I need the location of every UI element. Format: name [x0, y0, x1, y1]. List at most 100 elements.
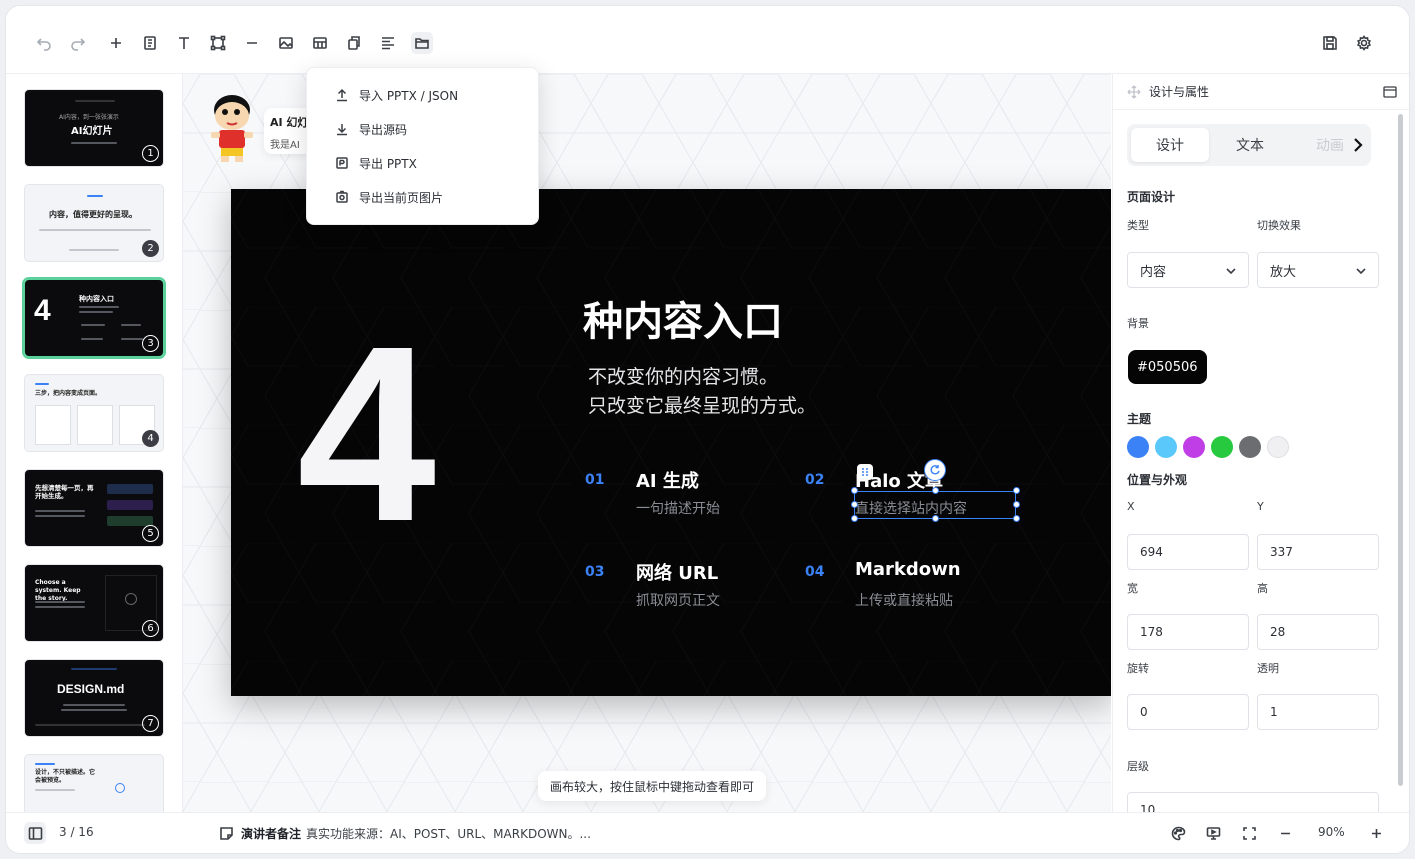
- fullscreen-icon[interactable]: [1240, 824, 1258, 842]
- align-icon[interactable]: [377, 32, 399, 54]
- feature-title[interactable]: Markdown: [855, 559, 961, 580]
- resize-handle-br[interactable]: [1013, 515, 1020, 522]
- tab-text[interactable]: 文本: [1211, 128, 1289, 162]
- opacity-input[interactable]: 1: [1257, 694, 1379, 730]
- resize-handle-r[interactable]: [1013, 501, 1020, 508]
- zoom-out-icon[interactable]: [1276, 824, 1294, 842]
- rotate-handle-icon[interactable]: [924, 459, 946, 481]
- feature-description[interactable]: 抓取网页正文: [636, 590, 720, 610]
- theme-swatch-blue[interactable]: [1127, 436, 1149, 458]
- notes-label[interactable]: 演讲者备注: [241, 825, 301, 842]
- slide-thumb-6[interactable]: Choose a system. Keep the story. 6: [24, 564, 164, 642]
- feature-number[interactable]: 02: [805, 472, 824, 488]
- layout-icon[interactable]: [139, 32, 161, 54]
- feature-title[interactable]: AI 生成: [636, 467, 699, 493]
- pptx-icon: [336, 157, 348, 169]
- slide-subtitle-line-1: 不改变你的内容习惯。: [588, 366, 779, 388]
- slide-preview[interactable]: 4 种内容入口 不改变你的内容习惯。 只改变它最终呈现的方式。 01 AI 生成…: [231, 189, 1111, 696]
- slide-thumb-title: 内容，值得更好的呈现。: [49, 210, 137, 219]
- slide-thumb-2[interactable]: 内容，值得更好的呈现。 2: [24, 184, 164, 262]
- menu-item-export-source[interactable]: 导出源码: [307, 112, 538, 146]
- slide-thumb-subtitle: 种内容入口: [79, 295, 114, 303]
- folder-icon[interactable]: [411, 32, 433, 54]
- x-input[interactable]: 694: [1127, 534, 1249, 570]
- zoom-in-icon[interactable]: [1367, 824, 1385, 842]
- feature-description[interactable]: 一句描述开始: [636, 498, 720, 518]
- resize-handle-tr[interactable]: [1013, 487, 1020, 494]
- resize-handle-bl[interactable]: [851, 515, 858, 522]
- y-label: Y: [1257, 500, 1264, 513]
- height-input[interactable]: 28: [1257, 614, 1379, 650]
- theme-swatch-white[interactable]: [1267, 436, 1289, 458]
- redo-icon[interactable]: [67, 32, 89, 54]
- rotate-input[interactable]: 0: [1127, 694, 1249, 730]
- add-icon[interactable]: [105, 32, 127, 54]
- slide-thumb-title: 先想清楚每一页，再开始生成。: [35, 484, 94, 500]
- table-icon[interactable]: [309, 32, 331, 54]
- slide-title[interactable]: 种内容入口: [583, 289, 783, 347]
- slide-thumb-title: AI幻灯片: [71, 126, 113, 137]
- undo-icon[interactable]: [33, 32, 55, 54]
- panel-scrollbar[interactable]: [1398, 114, 1403, 786]
- shape-icon[interactable]: [207, 32, 229, 54]
- theme-swatch-purple[interactable]: [1183, 436, 1205, 458]
- panel-header[interactable]: 设计与属性: [1113, 74, 1409, 110]
- slide-number-badge: 2: [142, 240, 159, 257]
- chevron-right-icon[interactable]: [1352, 138, 1364, 152]
- theme-swatch-cyan[interactable]: [1155, 436, 1177, 458]
- resize-handle-t[interactable]: [932, 487, 939, 494]
- drag-handle-icon[interactable]: [857, 464, 873, 480]
- transition-select[interactable]: 放大: [1257, 252, 1379, 288]
- image-export-icon: [336, 190, 348, 203]
- duplicate-icon[interactable]: [343, 32, 365, 54]
- feature-title[interactable]: 网络 URL: [636, 559, 718, 585]
- resize-handle-b[interactable]: [932, 515, 939, 522]
- width-input[interactable]: 178: [1127, 614, 1249, 650]
- save-icon[interactable]: [1319, 32, 1341, 54]
- background-color-chip[interactable]: #050506: [1128, 350, 1207, 384]
- notes-preview[interactable]: 真实功能来源：AI、POST、URL、MARKDOWN。...: [306, 825, 591, 842]
- slide-subtitle-line-2: 只改变它最终呈现的方式。: [588, 395, 817, 417]
- y-input[interactable]: 337: [1257, 534, 1379, 570]
- slide-thumb-4[interactable]: 三步，把内容变成页面。 4: [24, 374, 164, 452]
- menu-item-import[interactable]: 导入 PPTX / JSON: [307, 78, 538, 112]
- feature-number[interactable]: 03: [585, 564, 604, 580]
- slide-number-badge: 3: [142, 335, 159, 352]
- notes-icon[interactable]: [217, 824, 235, 842]
- feature-description[interactable]: 上传或直接粘贴: [855, 590, 953, 610]
- settings-icon[interactable]: [1353, 32, 1375, 54]
- zoom-level[interactable]: 90%: [1318, 825, 1345, 839]
- present-icon[interactable]: [1204, 824, 1222, 842]
- section-position: 位置与外观: [1127, 473, 1188, 487]
- slide-thumb-5[interactable]: 先想清楚每一页，再开始生成。 5: [24, 469, 164, 547]
- slide-thumb-7[interactable]: DESIGN.md 7: [24, 659, 164, 737]
- slide-thumb-3[interactable]: 4 种内容入口 3: [22, 277, 166, 359]
- chevron-down-icon: [1226, 268, 1236, 275]
- background-label: 背景: [1127, 317, 1149, 330]
- layer-input[interactable]: 10: [1127, 792, 1379, 812]
- menu-item-export-image[interactable]: 导出当前页图片: [307, 180, 538, 214]
- slide-thumb-8[interactable]: 设计，不只被描述。它会被预览。: [24, 754, 164, 812]
- feature-number[interactable]: 04: [805, 564, 824, 580]
- panel-title: 设计与属性: [1149, 85, 1210, 99]
- resize-handle-tl[interactable]: [851, 487, 858, 494]
- slide-thumb-1[interactable]: AI内容，到一张张演示 AI幻灯片 1: [24, 89, 164, 167]
- toggle-sidebar-icon[interactable]: [24, 822, 46, 844]
- theme-swatch-gray[interactable]: [1239, 436, 1261, 458]
- line-icon[interactable]: [241, 32, 263, 54]
- image-icon[interactable]: [275, 32, 297, 54]
- slide-big-number[interactable]: 4: [297, 309, 436, 559]
- slide-subtitle[interactable]: 不改变你的内容习惯。 只改变它最终呈现的方式。: [588, 363, 816, 421]
- feature-number[interactable]: 01: [585, 472, 604, 488]
- text-icon[interactable]: [173, 32, 195, 54]
- tab-design[interactable]: 设计: [1131, 128, 1209, 162]
- type-select[interactable]: 内容: [1127, 252, 1249, 288]
- palette-icon[interactable]: [1169, 824, 1187, 842]
- slide-thumb-title: 三步，把内容变成页面。: [35, 390, 102, 397]
- menu-item-export-pptx[interactable]: 导出 PPTX: [307, 146, 538, 180]
- panel-layout-icon[interactable]: [1383, 85, 1397, 99]
- resize-handle-l[interactable]: [851, 501, 858, 508]
- move-icon[interactable]: [1127, 85, 1141, 99]
- theme-swatch-green[interactable]: [1211, 436, 1233, 458]
- assistant-mascot-avatar[interactable]: [207, 92, 257, 164]
